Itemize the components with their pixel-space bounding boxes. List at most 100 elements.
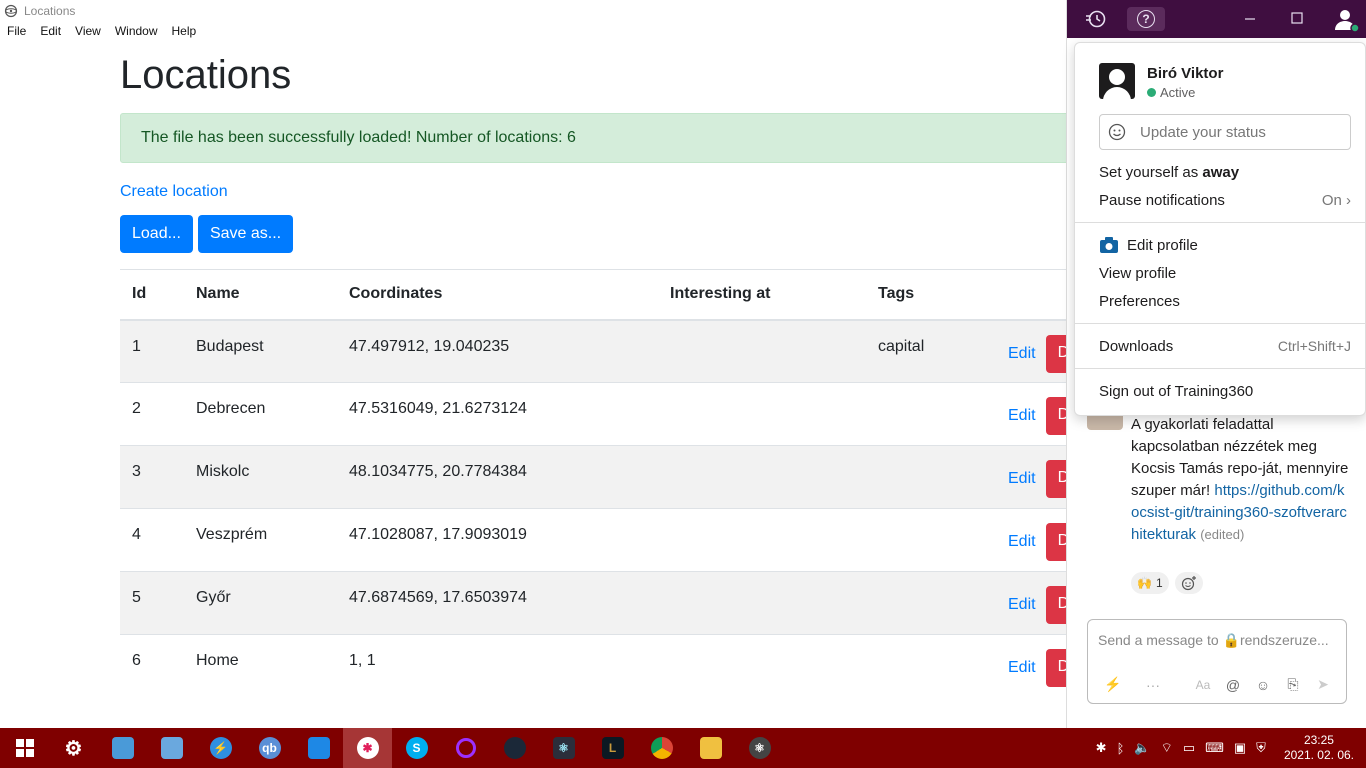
- taskbar-skype[interactable]: S: [392, 728, 441, 768]
- electron-icon: ⚛: [552, 737, 575, 759]
- wifi-icon[interactable]: ⌔: [1161, 740, 1173, 756]
- edit-link[interactable]: Edit: [1008, 407, 1036, 425]
- menu-file[interactable]: File: [0, 22, 33, 42]
- more-icon[interactable]: ···: [1138, 677, 1168, 693]
- pause-notifications-value: On: [1321, 191, 1342, 209]
- battery-icon[interactable]: ▭: [1183, 740, 1195, 756]
- menu-window[interactable]: Window: [108, 22, 165, 42]
- cell-interesting-at: [658, 508, 866, 572]
- finder-icon: [111, 737, 134, 759]
- edit-link[interactable]: Edit: [1008, 470, 1036, 488]
- chevron-right-icon: ›: [1346, 191, 1351, 209]
- taskbar-atom[interactable]: ⚛: [735, 728, 784, 768]
- taskbar-settings[interactable]: ⚙: [49, 728, 98, 768]
- pause-notifications-item[interactable]: Pause notifications On ›: [1099, 189, 1351, 211]
- cell-tags: [866, 508, 996, 572]
- taskbar-finder[interactable]: [98, 728, 147, 768]
- alert-text: The file has been successfully loaded! N…: [141, 129, 576, 146]
- user-avatar: [1099, 63, 1135, 99]
- edit-link[interactable]: Edit: [1008, 659, 1036, 677]
- cell-interesting-at: [658, 634, 866, 698]
- composer-toolbar: ⚡ ··· Aa @ ☺ ⎘ ➤: [1098, 676, 1338, 693]
- taskbar-electron[interactable]: ⚛: [539, 728, 588, 768]
- cell-coordinates: 47.1028087, 17.9093019: [337, 508, 658, 572]
- load-button[interactable]: Load...: [120, 215, 193, 253]
- send-icon[interactable]: ➤: [1308, 676, 1338, 693]
- menu-edit[interactable]: Edit: [33, 22, 68, 42]
- slack-icon: ✱: [356, 737, 379, 759]
- preferences-item[interactable]: Preferences: [1099, 290, 1351, 312]
- league-icon: L: [601, 737, 624, 759]
- taskbar-steam[interactable]: [490, 728, 539, 768]
- taskbar-thunder[interactable]: ⚡: [196, 728, 245, 768]
- format-icon[interactable]: Aa: [1188, 678, 1218, 692]
- attach-icon[interactable]: ⎘: [1278, 676, 1308, 693]
- profile-menu: Biró Viktor Active Update your status Se…: [1074, 42, 1366, 416]
- system-tray: ✱ ᛒ 🔈 ⌔ ▭ ⌨ ▣ ⛨ 23:25 2021. 02. 06.: [1096, 728, 1354, 768]
- cell-interesting-at: [658, 319, 866, 383]
- keyboard-icon[interactable]: ⌨: [1205, 740, 1224, 756]
- network-icon[interactable]: ▣: [1234, 740, 1246, 756]
- raised-hands-icon: 🙌: [1137, 576, 1152, 590]
- taskbar-qbittorrent[interactable]: qb: [245, 728, 294, 768]
- bluetooth-icon[interactable]: ᛒ: [1117, 741, 1125, 756]
- edit-profile-item[interactable]: Edit profile: [1099, 234, 1351, 256]
- slack-tray-icon[interactable]: ✱: [1096, 740, 1107, 756]
- user-presence: Active: [1147, 85, 1223, 100]
- taskbar-vscode[interactable]: [294, 728, 343, 768]
- clock-time: 23:25: [1303, 733, 1334, 747]
- pause-notifications-label: Pause notifications: [1099, 191, 1225, 209]
- volume-icon[interactable]: 🔈: [1134, 740, 1150, 756]
- downloads-label: Downloads: [1099, 337, 1174, 355]
- emoji-icon[interactable]: ☺: [1248, 677, 1278, 693]
- cell-name: Miskolc: [184, 445, 337, 509]
- slack-top-bar: ?: [1067, 0, 1366, 38]
- profile-icon[interactable]: [1333, 6, 1361, 39]
- clock[interactable]: 23:25 2021. 02. 06.: [1284, 733, 1354, 763]
- cell-name: Veszprém: [184, 508, 337, 572]
- menu-bar: File Edit View Window Help: [0, 22, 203, 42]
- start-button[interactable]: [0, 728, 49, 768]
- help-button[interactable]: ?: [1127, 7, 1165, 31]
- active-status-icon: [1147, 88, 1156, 97]
- message-composer[interactable]: Send a message to 🔒rendszeruze... ⚡ ··· …: [1087, 619, 1347, 704]
- save-as-button[interactable]: Save as...: [197, 215, 294, 253]
- add-reaction-button[interactable]: [1174, 572, 1203, 594]
- taskbar-files[interactable]: [147, 728, 196, 768]
- taskbar-chrome[interactable]: [637, 728, 686, 768]
- create-location-link[interactable]: Create location: [120, 183, 228, 201]
- taskbar-league[interactable]: L: [588, 728, 637, 768]
- cell-id: 1: [120, 319, 184, 383]
- taskbar-opera[interactable]: [441, 728, 490, 768]
- update-status-field[interactable]: Update your status: [1099, 114, 1351, 150]
- cell-id: 2: [120, 382, 184, 446]
- help-icon: ?: [1137, 10, 1155, 28]
- maximize-icon[interactable]: [1291, 11, 1303, 30]
- sign-out-item[interactable]: Sign out of Training360: [1099, 380, 1351, 402]
- edit-link[interactable]: Edit: [1008, 345, 1036, 363]
- cell-tags: [866, 382, 996, 446]
- taskbar-explorer[interactable]: [686, 728, 735, 768]
- history-icon[interactable]: [1085, 9, 1107, 34]
- menu-view[interactable]: View: [68, 22, 108, 42]
- atom-icon: ⚛: [748, 737, 771, 759]
- reaction-raised-hands[interactable]: 🙌 1: [1131, 572, 1169, 594]
- edit-link[interactable]: Edit: [1008, 596, 1036, 614]
- minimize-icon[interactable]: [1244, 10, 1256, 31]
- cell-name: Győr: [184, 571, 337, 635]
- menu-divider: [1075, 222, 1366, 223]
- shortcuts-icon[interactable]: ⚡: [1098, 676, 1128, 693]
- menu-help[interactable]: Help: [165, 22, 204, 42]
- windows-logo-icon: [15, 739, 34, 757]
- mention-icon[interactable]: @: [1218, 677, 1248, 693]
- column-header-coordinates: Coordinates: [337, 269, 658, 321]
- shield-icon[interactable]: ⛨: [1256, 740, 1266, 756]
- set-away-item[interactable]: Set yourself as away: [1099, 161, 1351, 183]
- message-input[interactable]: Send a message to 🔒rendszeruze...: [1098, 632, 1329, 649]
- status-placeholder: Update your status: [1140, 123, 1266, 141]
- taskbar-slack[interactable]: ✱: [343, 728, 392, 768]
- cell-coordinates: 47.497912, 19.040235: [337, 319, 658, 383]
- view-profile-item[interactable]: View profile: [1099, 262, 1351, 284]
- edit-link[interactable]: Edit: [1008, 533, 1036, 551]
- downloads-item[interactable]: Downloads Ctrl+Shift+J: [1099, 335, 1351, 357]
